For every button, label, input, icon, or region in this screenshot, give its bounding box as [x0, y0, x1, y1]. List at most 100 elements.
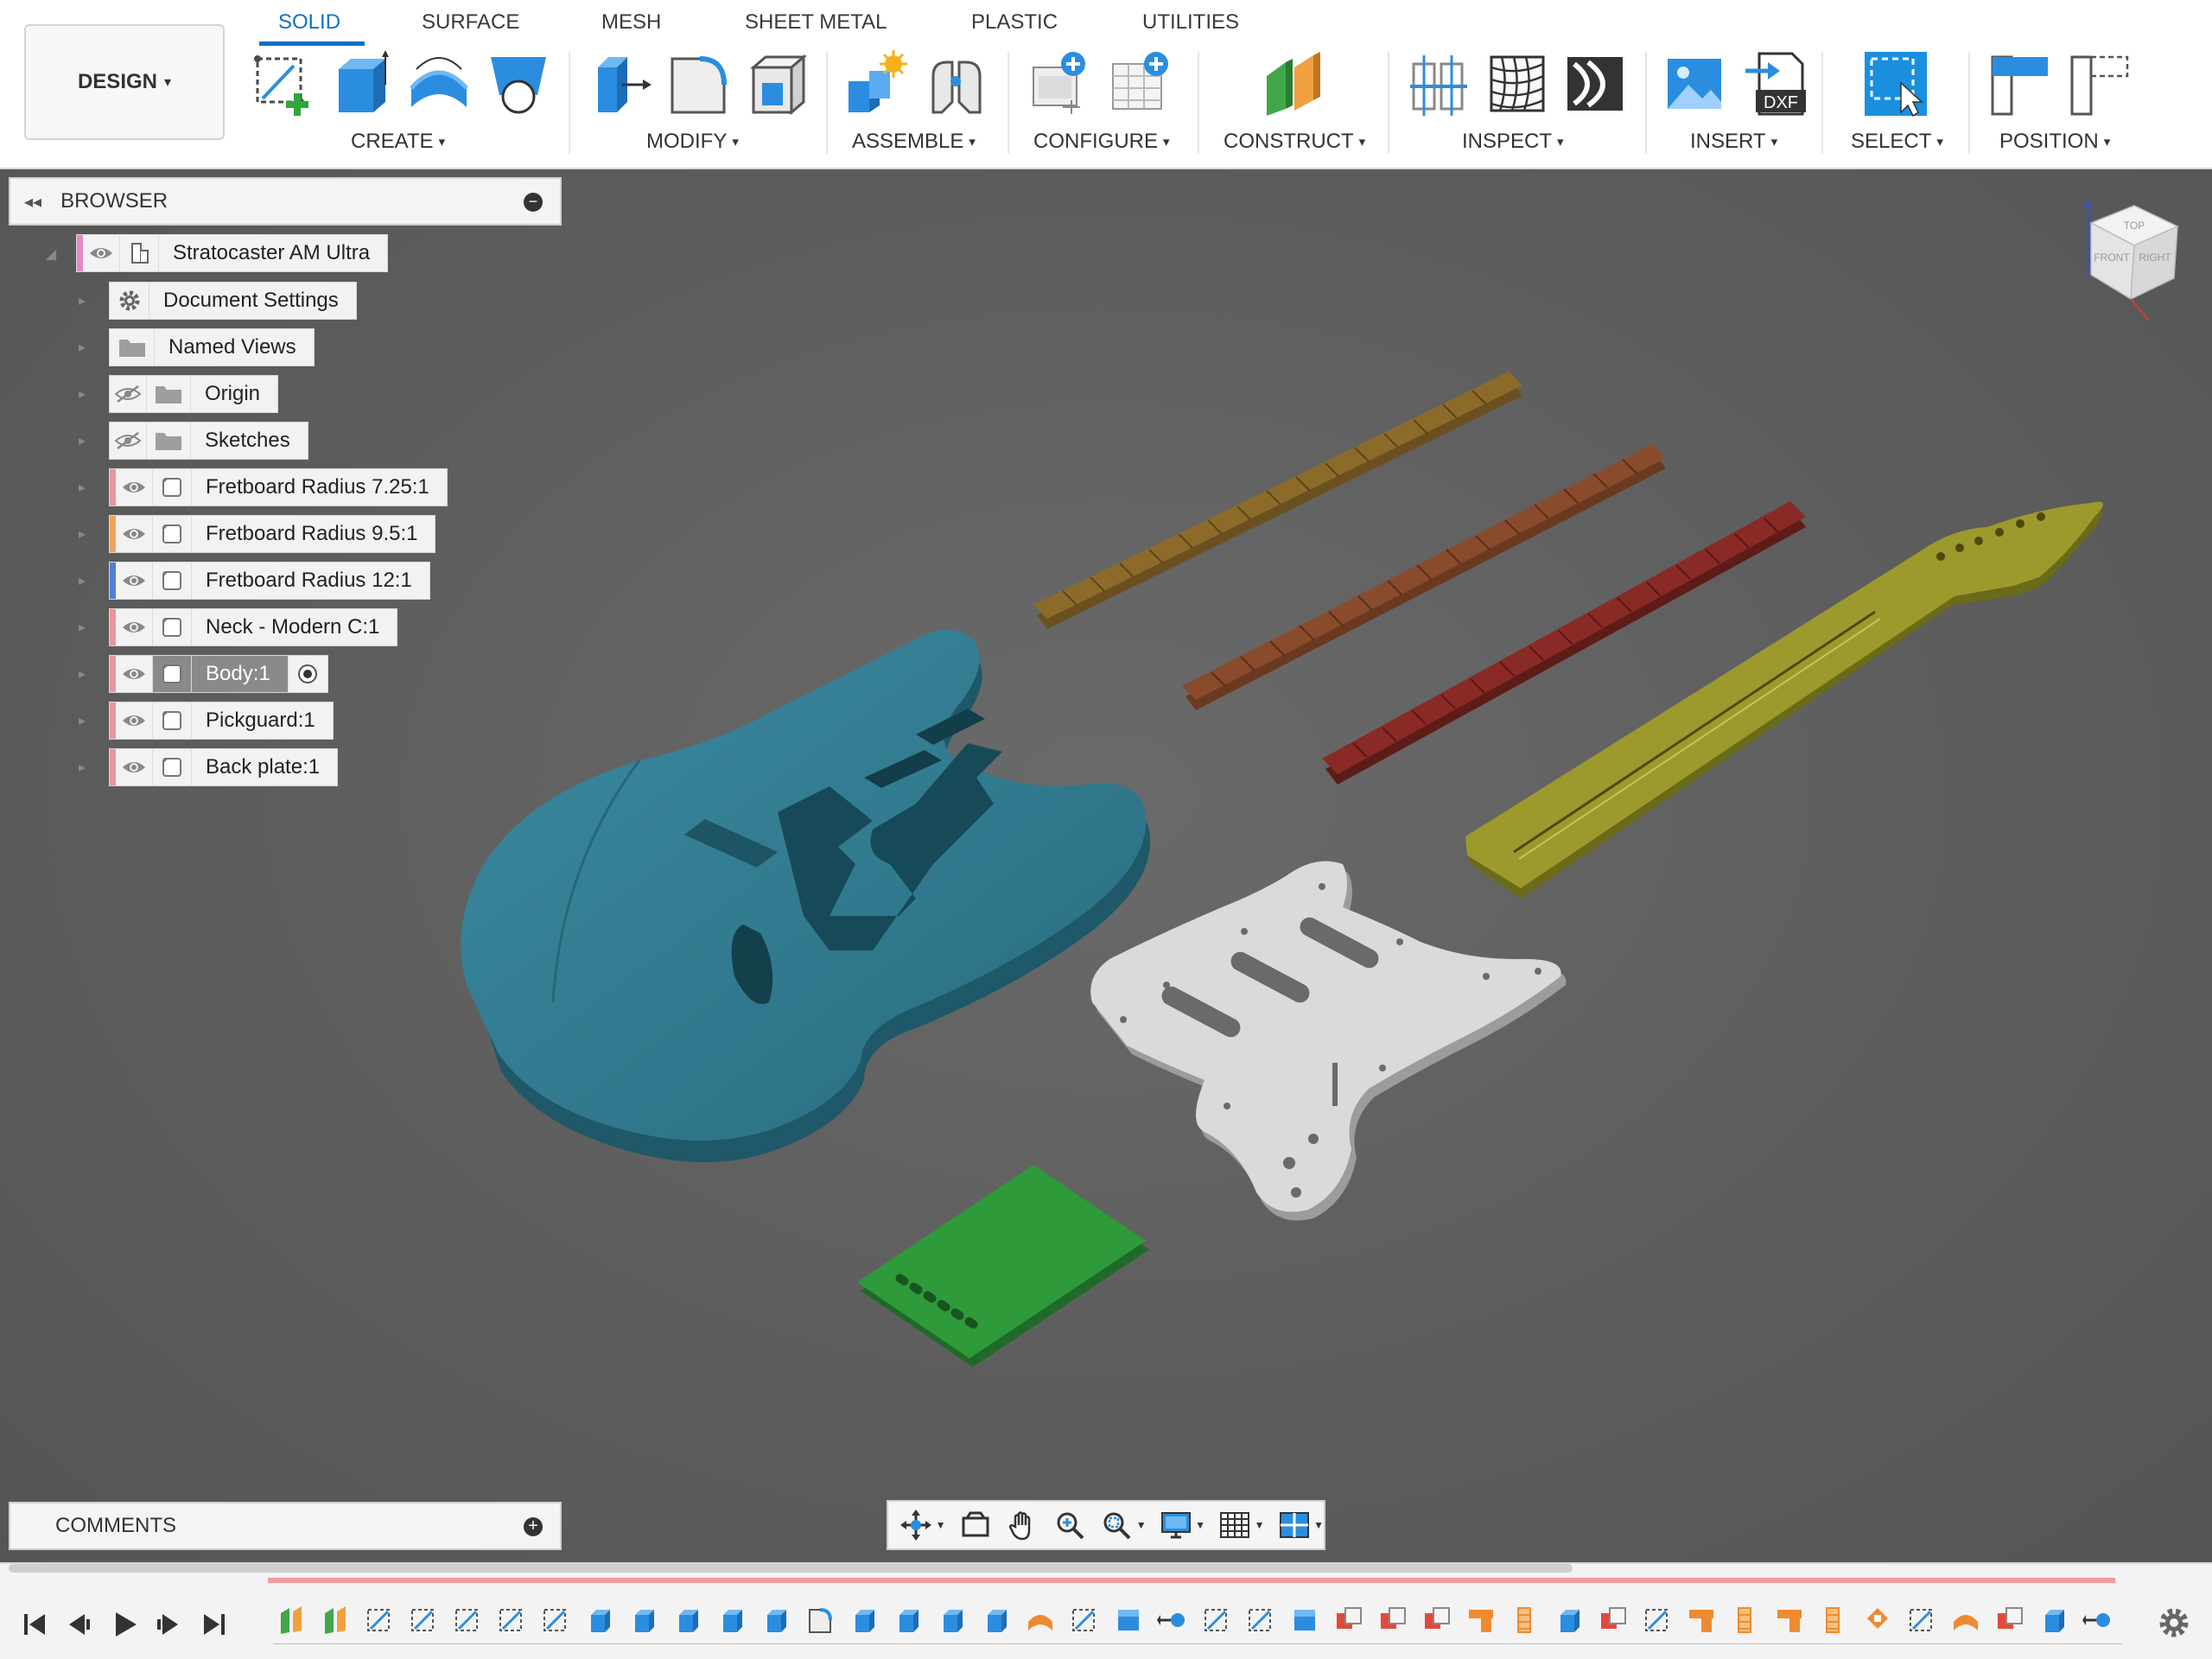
timeline-settings-gear-icon[interactable]: [2155, 1604, 2193, 1642]
pan-hand-icon[interactable]: [1005, 1507, 1040, 1543]
eye-icon[interactable]: [116, 702, 152, 739]
extrude-feature-icon[interactable]: [626, 1601, 661, 1639]
fit-icon[interactable]: [1099, 1507, 1135, 1543]
select-menu[interactable]: SELECT ▾: [1851, 130, 1943, 154]
extrude-feature-icon[interactable]: [582, 1601, 617, 1639]
plane-feature-icon[interactable]: [317, 1601, 353, 1639]
model-scene[interactable]: TOP FRONT RIGHT Z: [0, 169, 2212, 1562]
timeline-scrollbar[interactable]: [9, 1564, 1573, 1573]
tree-item-body[interactable]: Body:1: [109, 655, 328, 693]
construct-menu[interactable]: CONSTRUCT ▾: [1224, 130, 1365, 154]
guitar-body[interactable]: [461, 629, 1151, 1162]
split-body-feature-icon[interactable]: [1683, 1601, 1719, 1639]
rib-feature-icon[interactable]: [1727, 1601, 1763, 1639]
extrude-feature-icon[interactable]: [934, 1601, 969, 1639]
fretboard-radius-9-5[interactable]: [1182, 444, 1666, 710]
chevron-down-icon[interactable]: ▼: [936, 1519, 946, 1531]
sketch-feature-icon[interactable]: [493, 1601, 529, 1639]
eye-icon[interactable]: [116, 749, 152, 785]
extrude-feature-icon[interactable]: [978, 1601, 1014, 1639]
step-back-icon[interactable]: [62, 1609, 93, 1640]
eye-icon[interactable]: [116, 516, 152, 552]
combine-feature-icon[interactable]: [1331, 1601, 1366, 1639]
chevron-down-icon[interactable]: ▼: [1195, 1519, 1205, 1531]
extrude-feature-icon[interactable]: [758, 1601, 793, 1639]
extrude-feature-icon[interactable]: [2036, 1601, 2071, 1639]
fillet-icon[interactable]: [665, 50, 731, 118]
rib-feature-icon[interactable]: [1815, 1601, 1851, 1639]
eye-hidden-icon[interactable]: [110, 376, 146, 412]
orbit-icon[interactable]: [899, 1507, 934, 1543]
expand-icon[interactable]: ▸: [73, 479, 92, 498]
combine-feature-icon[interactable]: [1375, 1601, 1410, 1639]
back-plate[interactable]: [857, 1165, 1149, 1367]
assemble-menu[interactable]: ASSEMBLE ▾: [852, 130, 976, 154]
select-icon[interactable]: [1863, 50, 1929, 118]
sketch-feature-icon[interactable]: [1904, 1601, 1939, 1639]
tree-item-pickguard[interactable]: Pickguard:1: [109, 702, 334, 740]
inspect-menu[interactable]: INSPECT ▾: [1462, 130, 1564, 154]
workspace-switcher[interactable]: DESIGN ▾: [24, 24, 225, 140]
sketch-feature-icon[interactable]: [537, 1601, 573, 1639]
split-body-feature-icon[interactable]: [1771, 1601, 1807, 1639]
expand-icon[interactable]: ▸: [73, 572, 92, 591]
sketch-feature-icon[interactable]: [1639, 1601, 1675, 1639]
extrude-feature-icon[interactable]: [890, 1601, 925, 1639]
expand-icon[interactable]: ▸: [73, 339, 92, 358]
eye-icon[interactable]: [83, 235, 119, 271]
joint-feature-icon[interactable]: [2080, 1601, 2115, 1639]
expand-icon[interactable]: ▸: [73, 525, 92, 544]
tree-item-fretboard-9-5[interactable]: Fretboard Radius 9.5:1: [109, 515, 436, 553]
expand-icon[interactable]: ▸: [73, 292, 92, 311]
chevron-down-icon[interactable]: ▼: [1136, 1519, 1147, 1531]
look-at-icon[interactable]: [957, 1507, 993, 1543]
expand-icon[interactable]: ▸: [73, 619, 92, 638]
chevron-down-icon[interactable]: ▼: [1255, 1519, 1265, 1531]
combine-feature-icon[interactable]: [1992, 1601, 2027, 1639]
eye-hidden-icon[interactable]: [110, 423, 146, 459]
zoom-icon[interactable]: [1052, 1507, 1088, 1543]
step-forward-icon[interactable]: [154, 1609, 185, 1640]
revolve-feature-icon[interactable]: [1948, 1601, 1983, 1639]
activate-radio-icon[interactable]: [287, 656, 327, 692]
tree-item-named-views[interactable]: Named Views: [109, 328, 315, 366]
tree-root[interactable]: Stratocaster AM Ultra: [76, 234, 389, 272]
sketch-feature-icon[interactable]: [1066, 1601, 1102, 1639]
revolve-feature-icon[interactable]: [1022, 1601, 1058, 1639]
tab-surface[interactable]: SURFACE: [422, 10, 519, 35]
display-settings-icon[interactable]: [1159, 1507, 1194, 1543]
modify-menu[interactable]: MODIFY ▾: [646, 130, 739, 154]
tree-item-fretboard-7-25[interactable]: Fretboard Radius 7.25:1: [109, 468, 448, 506]
curvature-analysis-icon[interactable]: [1562, 50, 1628, 118]
insert-dxf-icon[interactable]: DXF: [1742, 50, 1808, 118]
canvas-viewport[interactable]: TOP FRONT RIGHT Z: [0, 169, 2212, 1562]
plane-feature-icon[interactable]: [273, 1601, 308, 1639]
tree-item-back-plate[interactable]: Back plate:1: [109, 748, 339, 786]
configure-component-icon[interactable]: [1028, 50, 1094, 118]
joint-feature-icon[interactable]: [1154, 1601, 1190, 1639]
pickguard[interactable]: [1090, 861, 1567, 1221]
move-feature-icon[interactable]: [1859, 1601, 1895, 1639]
measure-icon[interactable]: [1407, 50, 1472, 118]
revert-position-icon[interactable]: [2067, 50, 2133, 118]
tree-item-neck[interactable]: Neck - Modern C:1: [109, 608, 398, 646]
capture-position-icon[interactable]: [1987, 50, 2053, 118]
insert-image-icon[interactable]: [1662, 50, 1728, 118]
new-component-icon[interactable]: [843, 50, 909, 118]
collapse-root-icon[interactable]: ◢: [41, 245, 60, 264]
extrude-icon[interactable]: [328, 50, 394, 118]
revolve-icon[interactable]: [406, 50, 472, 118]
shell-icon[interactable]: [745, 50, 810, 118]
grid-settings-icon[interactable]: [1217, 1507, 1253, 1543]
view-cube[interactable]: TOP FRONT RIGHT Z: [2084, 196, 2179, 321]
tree-item-document-settings[interactable]: Document Settings: [109, 282, 357, 320]
tree-item-origin[interactable]: Origin: [109, 375, 279, 413]
expand-icon[interactable]: ▸: [73, 385, 92, 404]
extrude-feature-icon[interactable]: [1551, 1601, 1586, 1639]
eye-icon[interactable]: [116, 469, 152, 505]
go-to-end-icon[interactable]: [199, 1609, 230, 1640]
fillet-feature-icon[interactable]: [802, 1601, 837, 1639]
rib-feature-icon[interactable]: [1507, 1601, 1542, 1639]
neck-modern-c[interactable]: [1465, 501, 2104, 899]
chevron-down-icon[interactable]: ▼: [1313, 1519, 1324, 1531]
